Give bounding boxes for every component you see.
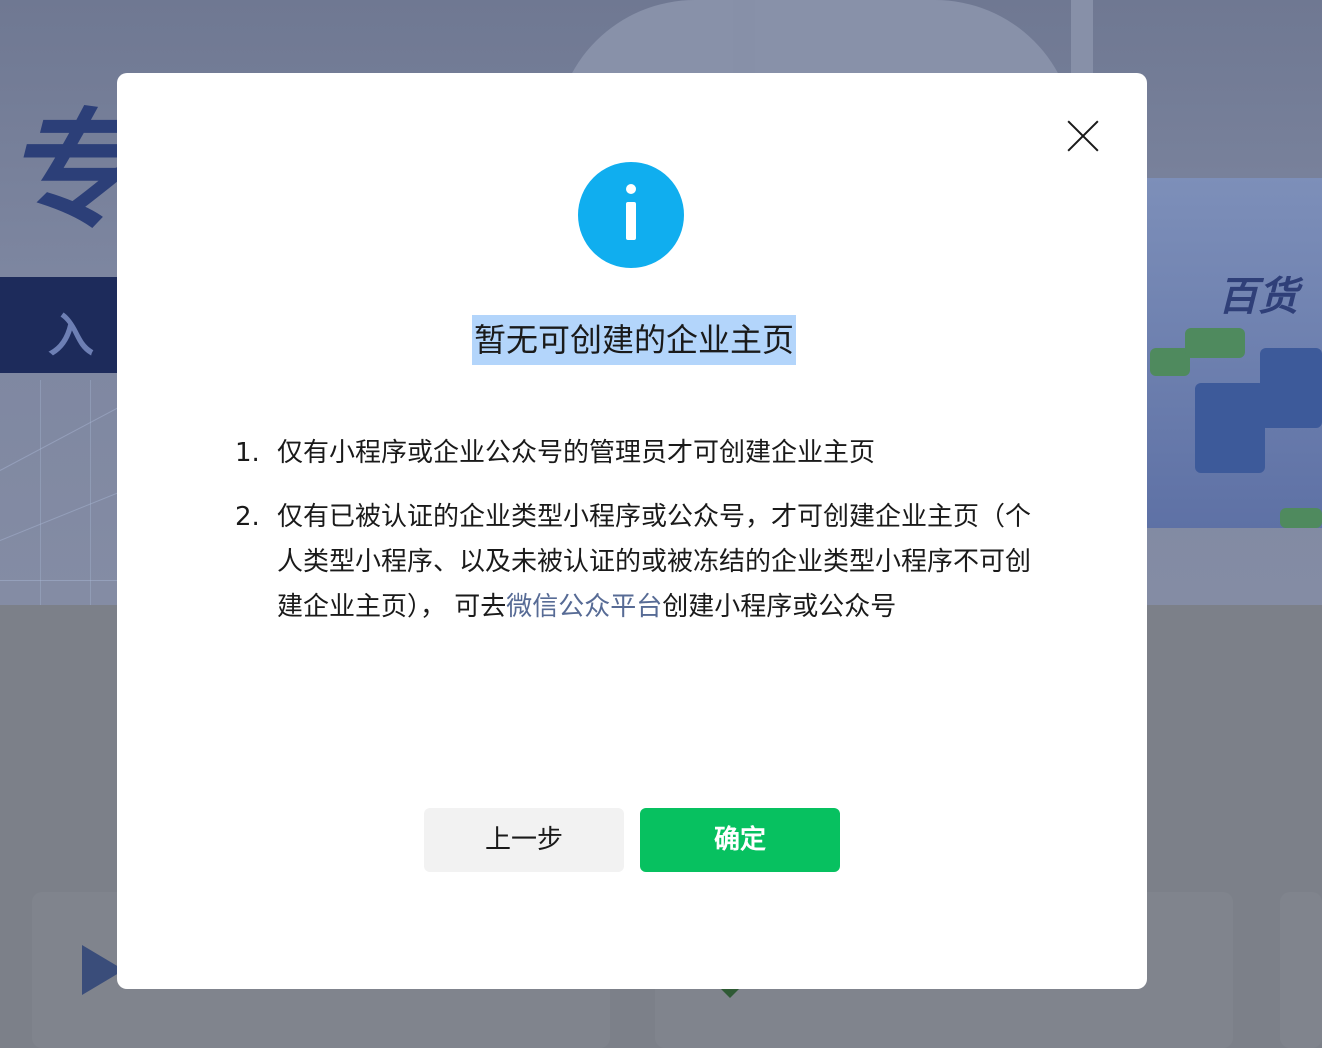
illustration-block bbox=[1195, 383, 1265, 473]
feature-card[interactable] bbox=[1280, 892, 1322, 1048]
info-icon-stem bbox=[626, 202, 636, 240]
note-text: 仅有小程序或企业公众号的管理员才可创建企业主页 bbox=[277, 438, 876, 468]
illustration-block bbox=[1280, 508, 1322, 528]
hero-illustration: 百货 bbox=[1140, 178, 1322, 528]
hero-entry-label: 入 bbox=[48, 308, 94, 362]
hero-title: 专 bbox=[4, 97, 133, 246]
list-item: 2. 仅有已被认证的企业类型小程序或公众号，才可创建企业主页（个人类型小程序、以… bbox=[235, 495, 1045, 630]
info-icon bbox=[578, 162, 684, 268]
note-text: 创建小程序或公众号 bbox=[662, 592, 897, 622]
illustration-block bbox=[1260, 348, 1322, 428]
list-number: 1. bbox=[235, 438, 260, 468]
wechat-platform-link[interactable]: 微信公众平台 bbox=[506, 592, 662, 622]
illustration-block bbox=[1150, 348, 1190, 376]
hero-decoration bbox=[1071, 0, 1093, 75]
previous-step-button[interactable]: 上一步 bbox=[424, 808, 624, 872]
illustration-label: 百货 bbox=[1218, 274, 1298, 320]
hero-gridline bbox=[0, 404, 124, 471]
hero-gridline bbox=[0, 487, 130, 541]
notes-list: 1. 仅有小程序或企业公众号的管理员才可创建企业主页 2. 仅有已被认证的企业类… bbox=[235, 431, 1045, 649]
dialog-title: 暂无可创建的企业主页 bbox=[472, 315, 797, 365]
hero-decoration bbox=[733, 0, 755, 75]
confirm-button[interactable]: 确定 bbox=[640, 808, 840, 872]
list-number: 2. bbox=[235, 502, 260, 532]
hero-gridline bbox=[90, 380, 91, 605]
hero-gridline bbox=[40, 380, 41, 605]
info-icon-dot bbox=[626, 184, 636, 194]
page: 专 入 百货 暂无可创建的企业主页 1. 仅有小程序或企业公众号的管理员才可创建… bbox=[0, 0, 1322, 1048]
close-icon[interactable] bbox=[1067, 120, 1099, 152]
list-item: 1. 仅有小程序或企业公众号的管理员才可创建企业主页 bbox=[235, 431, 1045, 476]
info-dialog: 暂无可创建的企业主页 1. 仅有小程序或企业公众号的管理员才可创建企业主页 2.… bbox=[117, 73, 1147, 989]
illustration-block bbox=[1185, 328, 1245, 358]
